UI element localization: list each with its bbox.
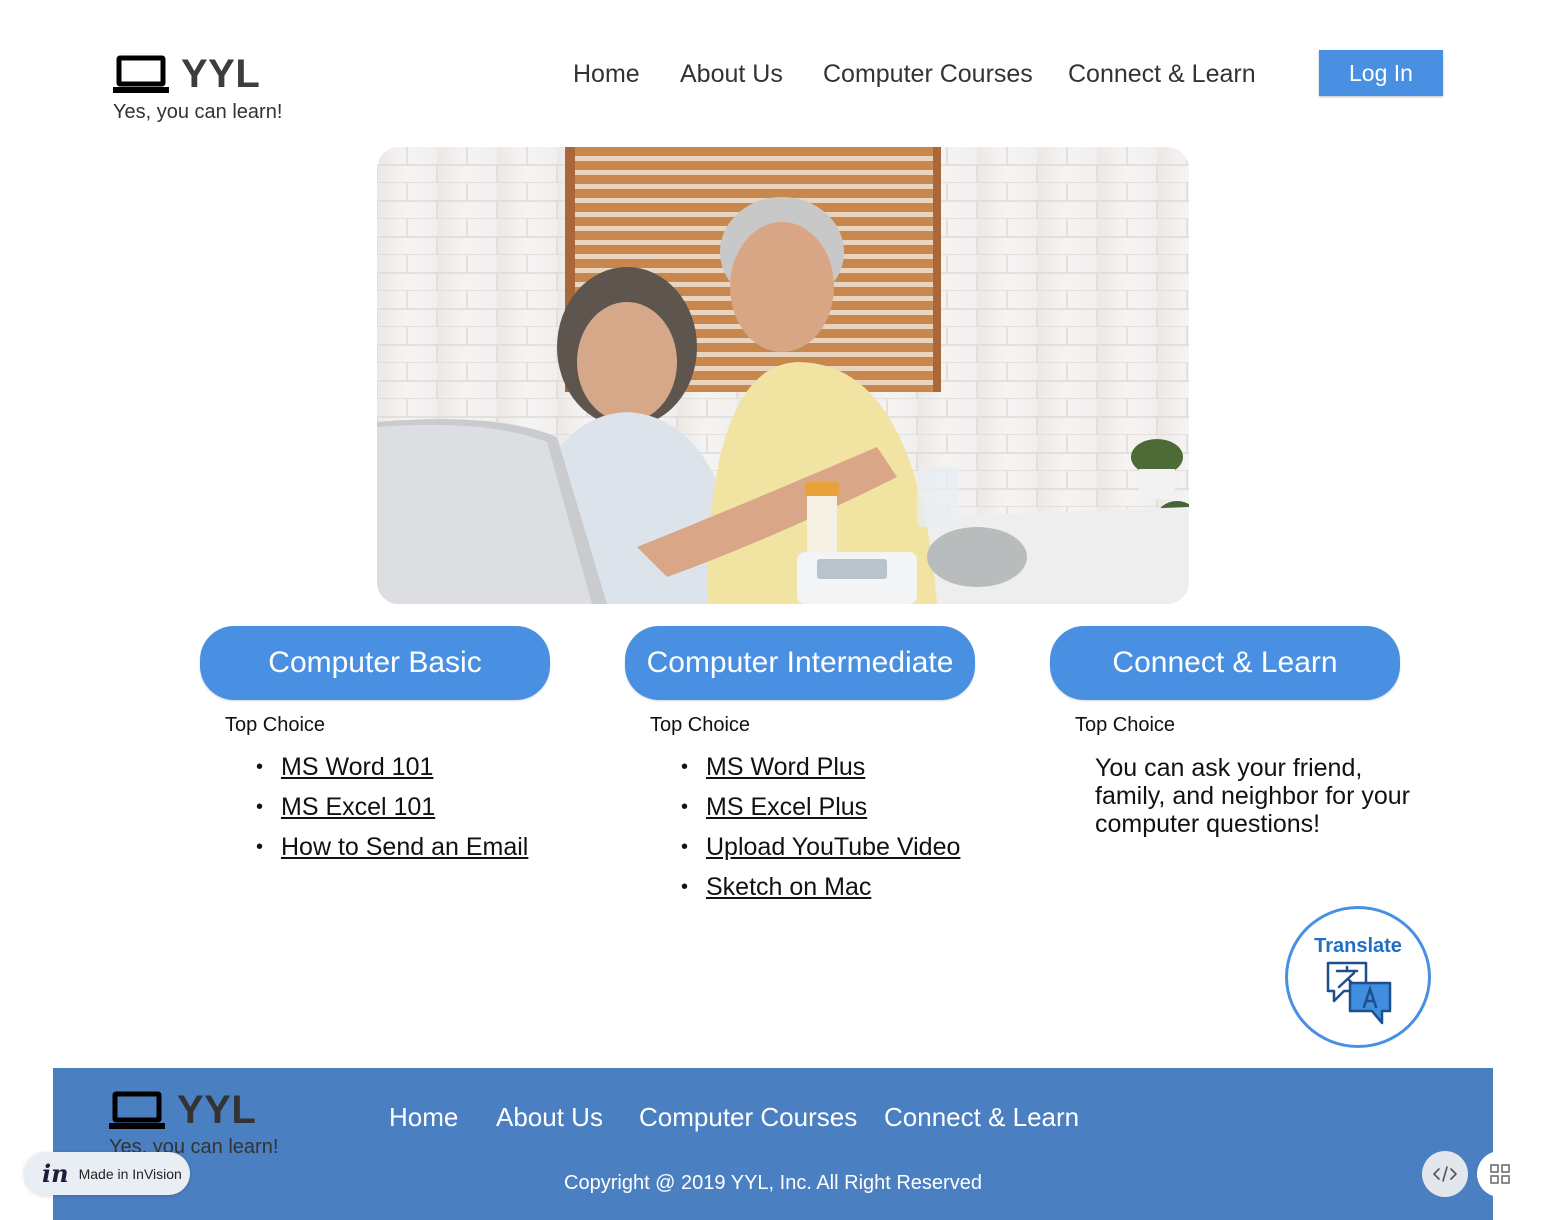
top-choice-label: Top Choice xyxy=(650,714,751,736)
list-item: MS Excel 101 xyxy=(256,787,528,827)
nav-computer-courses[interactable]: Computer Courses xyxy=(823,60,1033,89)
connect-learn-description: You can ask your friend, family, and nei… xyxy=(1095,754,1410,838)
computer-basic-button[interactable]: Computer Basic xyxy=(200,626,550,700)
course-list-basic: MS Word 101 MS Excel 101 How to Send an … xyxy=(256,747,528,867)
footer-nav-connect-learn[interactable]: Connect & Learn xyxy=(884,1102,1079,1133)
laptop-icon xyxy=(113,55,169,93)
list-item: Sketch on Mac xyxy=(681,867,960,907)
code-icon xyxy=(1433,1166,1457,1182)
connect-learn-button[interactable]: Connect & Learn xyxy=(1050,626,1400,700)
translate-button[interactable]: Translate xyxy=(1285,906,1431,1048)
course-link-ms-excel-plus[interactable]: MS Excel Plus xyxy=(706,793,867,821)
footer-nav-home[interactable]: Home xyxy=(389,1102,458,1133)
course-link-sketch-mac[interactable]: Sketch on Mac xyxy=(706,873,871,901)
translate-icon xyxy=(1326,961,1392,1025)
invision-label: Made in InVision xyxy=(78,1165,182,1182)
nav-connect-learn[interactable]: Connect & Learn xyxy=(1068,60,1256,89)
top-choice-label: Top Choice xyxy=(225,714,326,736)
course-link-send-email[interactable]: How to Send an Email xyxy=(281,833,528,861)
course-link-ms-word-101[interactable]: MS Word 101 xyxy=(281,753,433,781)
hero-photo-illustration xyxy=(377,147,1189,604)
top-choice-label: Top Choice xyxy=(1075,714,1176,736)
brand-name: YYL xyxy=(181,52,261,96)
list-item: MS Word 101 xyxy=(256,747,528,787)
course-link-ms-word-plus[interactable]: MS Word Plus xyxy=(706,753,865,781)
list-item: MS Word Plus xyxy=(681,747,960,787)
course-link-ms-excel-101[interactable]: MS Excel 101 xyxy=(281,793,435,821)
nav-about-us[interactable]: About Us xyxy=(680,60,783,89)
tagline: Yes, you can learn! xyxy=(113,101,283,123)
laptop-icon xyxy=(109,1091,165,1129)
site-logo[interactable]: YYL xyxy=(113,52,293,96)
footer-nav-computer-courses[interactable]: Computer Courses xyxy=(639,1102,857,1133)
translate-label: Translate xyxy=(1314,935,1402,957)
list-item: How to Send an Email xyxy=(256,827,528,867)
list-item: Upload YouTube Video xyxy=(681,827,960,867)
footer-brand-name: YYL xyxy=(177,1088,257,1132)
grid-icon xyxy=(1490,1164,1510,1184)
computer-intermediate-button[interactable]: Computer Intermediate xyxy=(625,626,975,700)
course-link-upload-youtube[interactable]: Upload YouTube Video xyxy=(706,833,960,861)
course-list-intermediate: MS Word Plus MS Excel Plus Upload YouTub… xyxy=(681,747,960,907)
list-item: MS Excel Plus xyxy=(681,787,960,827)
footer-nav-about-us[interactable]: About Us xyxy=(496,1102,603,1133)
nav-home[interactable]: Home xyxy=(573,60,640,89)
grid-view-button[interactable] xyxy=(1477,1151,1523,1197)
login-button[interactable]: Log In xyxy=(1319,50,1443,96)
invision-badge[interactable]: in Made in InVision xyxy=(24,1152,190,1195)
invision-logo: in xyxy=(42,1159,69,1188)
footer-logo[interactable]: YYL xyxy=(109,1088,289,1132)
hero-image xyxy=(377,147,1189,604)
code-view-button[interactable] xyxy=(1422,1151,1468,1197)
copyright: Copyright @ 2019 YYL, Inc. All Right Res… xyxy=(564,1172,982,1194)
